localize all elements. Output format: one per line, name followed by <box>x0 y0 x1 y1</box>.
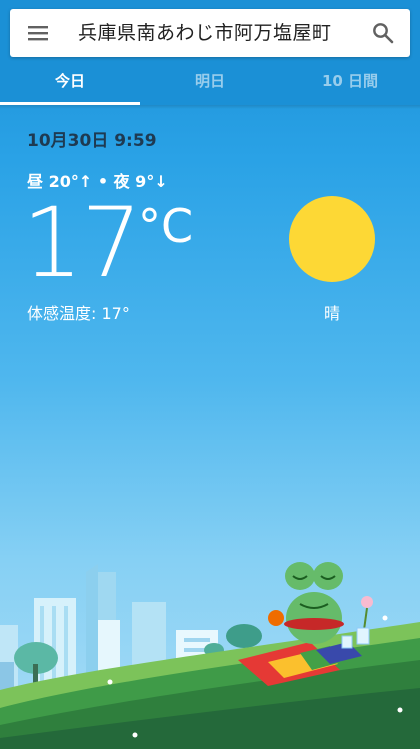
current-temperature: 17 <box>22 187 142 299</box>
tab-tomorrow[interactable]: 明日 <box>140 58 280 105</box>
condition-label: 晴 <box>323 304 340 323</box>
search-bar[interactable]: 兵庫県南あわじ市阿万塩屋町 <box>10 9 410 57</box>
app-bar-shadow <box>0 105 420 109</box>
tab-10-days[interactable]: 10 日間 <box>280 58 420 105</box>
location-text[interactable]: 兵庫県南あわじ市阿万塩屋町 <box>78 19 368 47</box>
date-time: 10月30日 9:59 <box>27 131 157 151</box>
menu-icon[interactable] <box>27 23 49 43</box>
tab-today[interactable]: 今日 <box>0 58 140 105</box>
temperature-unit: °C <box>138 199 194 253</box>
tab-bar: 今日 明日 10 日間 <box>0 58 420 105</box>
app-bar: 兵庫県南あわじ市阿万塩屋町 今日 明日 10 日間 <box>0 0 420 105</box>
search-icon[interactable] <box>371 21 395 45</box>
landscape-illustration <box>0 562 420 749</box>
sun-icon <box>289 196 375 282</box>
feels-like: 体感温度: 17° <box>27 304 130 323</box>
